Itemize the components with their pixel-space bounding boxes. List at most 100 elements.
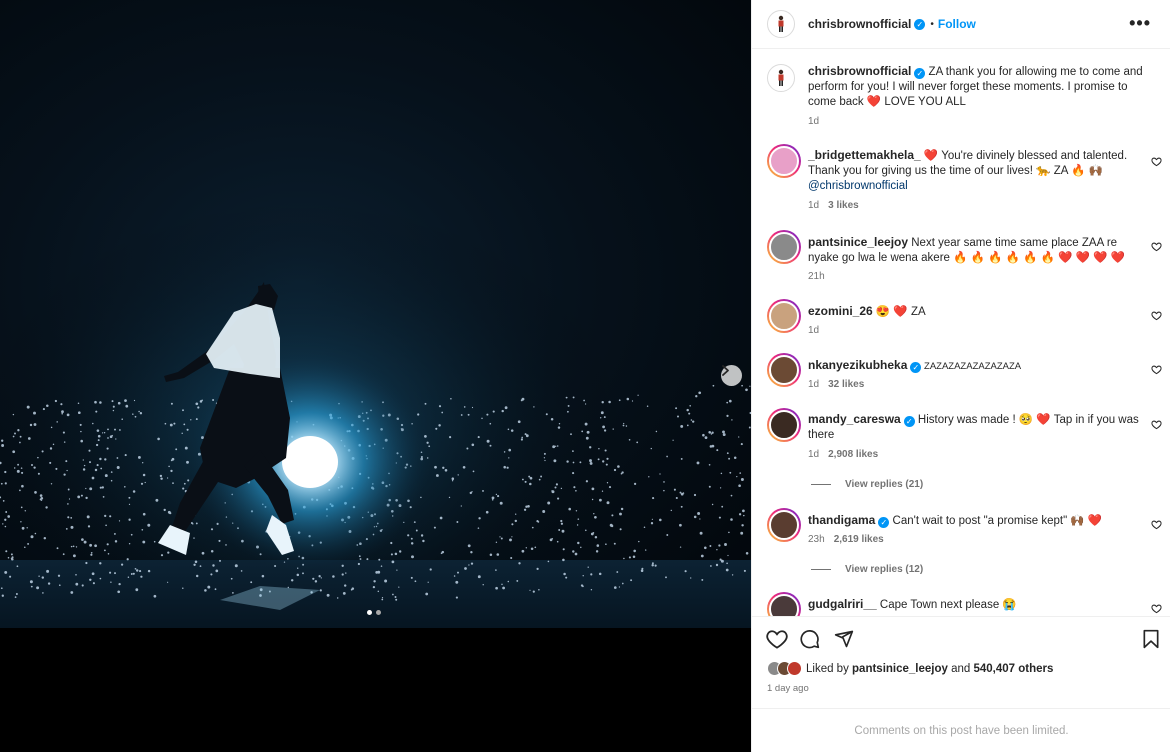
commenter-username[interactable]: thandigama bbox=[808, 513, 875, 527]
crowd-light bbox=[114, 540, 118, 543]
commenter-username[interactable]: pantsinice_leejoy bbox=[808, 235, 908, 249]
commenter-avatar[interactable] bbox=[767, 230, 801, 264]
crowd-light bbox=[620, 472, 623, 475]
commenter-avatar[interactable] bbox=[767, 144, 801, 178]
avatar-image bbox=[769, 146, 799, 176]
crowd-light bbox=[702, 433, 705, 437]
author-avatar[interactable] bbox=[767, 10, 795, 38]
crowd-light bbox=[414, 580, 417, 583]
liker-username[interactable]: pantsinice_leejoy bbox=[852, 663, 948, 675]
commenter-avatar[interactable] bbox=[767, 592, 801, 616]
commenter-avatar[interactable] bbox=[767, 299, 801, 333]
comment-likes[interactable]: 3 likes bbox=[828, 200, 859, 211]
commenter-username[interactable]: _bridgettemakhela_ bbox=[808, 148, 921, 162]
heart-icon[interactable] bbox=[1151, 241, 1162, 252]
crowd-light bbox=[503, 451, 506, 453]
commenter-username[interactable]: gudgalriri__ bbox=[808, 597, 877, 611]
commenter-avatar[interactable] bbox=[767, 508, 801, 542]
heart-icon[interactable] bbox=[766, 629, 788, 649]
comment-likes[interactable]: 2,619 likes bbox=[834, 534, 884, 545]
heart-icon[interactable] bbox=[1151, 156, 1162, 167]
view-replies-label: View replies (12) bbox=[845, 564, 924, 575]
crowd-light bbox=[663, 489, 665, 492]
crowd-light bbox=[134, 567, 137, 570]
crowd-light bbox=[698, 391, 702, 395]
crowd-light bbox=[61, 412, 63, 415]
crowd-light bbox=[503, 465, 506, 469]
crowd-light bbox=[741, 524, 744, 527]
crowd-light bbox=[187, 479, 190, 482]
crowd-light bbox=[344, 584, 347, 587]
bookmark-icon[interactable] bbox=[1142, 629, 1160, 649]
crowd-light bbox=[585, 480, 589, 483]
more-icon[interactable]: ••• bbox=[1129, 14, 1151, 32]
crowd-light bbox=[650, 522, 654, 525]
crowd-light bbox=[467, 544, 471, 548]
author-username[interactable]: chrisbrownofficial bbox=[808, 17, 911, 31]
crowd-light bbox=[665, 576, 667, 579]
heart-icon[interactable] bbox=[1151, 519, 1162, 530]
comment-likes[interactable]: 2,908 likes bbox=[828, 449, 878, 460]
crowd-light bbox=[680, 492, 684, 496]
commenter-avatar[interactable] bbox=[767, 408, 801, 442]
post-actions: Liked by pantsinice_leejoy and 540,407 o… bbox=[752, 616, 1170, 708]
crowd-light bbox=[573, 486, 576, 489]
heart-icon[interactable] bbox=[1151, 364, 1162, 375]
crowd-light bbox=[20, 467, 23, 469]
share-icon[interactable] bbox=[834, 629, 854, 649]
crowd-light bbox=[598, 447, 600, 450]
crowd-light bbox=[551, 490, 553, 492]
commenter-username[interactable]: ezomini_26 bbox=[808, 304, 873, 318]
likes-prefix: Liked by bbox=[806, 662, 853, 675]
post-photo[interactable] bbox=[0, 0, 751, 628]
crowd-light bbox=[567, 410, 569, 413]
crowd-light bbox=[666, 455, 668, 458]
commenter-avatar[interactable] bbox=[767, 353, 801, 387]
crowd-light bbox=[218, 539, 221, 542]
comment-meta: 1d 32 likes bbox=[808, 379, 864, 390]
crowd-light bbox=[37, 456, 39, 459]
heart-icon[interactable] bbox=[1151, 603, 1162, 614]
author-avatar[interactable] bbox=[767, 64, 795, 92]
commenter-username[interactable]: nkanyezikubheka bbox=[808, 358, 907, 372]
crowd-light bbox=[2, 500, 5, 502]
heart-icon[interactable] bbox=[1151, 310, 1162, 321]
crowd-light bbox=[99, 577, 102, 580]
crowd-light bbox=[195, 522, 198, 525]
heart-icon[interactable] bbox=[1151, 419, 1162, 430]
follow-button[interactable]: Follow bbox=[938, 17, 976, 31]
crowd-light bbox=[77, 411, 81, 415]
commenter-username[interactable]: mandy_careswa bbox=[808, 412, 901, 426]
crowd-light bbox=[440, 552, 443, 555]
crowd-light bbox=[482, 584, 484, 586]
next-photo-button[interactable] bbox=[721, 365, 742, 386]
crowd-light bbox=[27, 437, 31, 440]
crowd-light bbox=[107, 553, 110, 555]
comment-icon[interactable] bbox=[800, 629, 820, 649]
crowd-light bbox=[381, 598, 384, 601]
crowd-light bbox=[170, 469, 173, 473]
crowd-light bbox=[605, 543, 607, 546]
crowd-light bbox=[63, 441, 66, 443]
comment-mention[interactable]: @chrisbrownofficial bbox=[808, 180, 908, 192]
comment-likes[interactable]: 32 likes bbox=[828, 379, 864, 390]
crowd-light bbox=[517, 420, 521, 424]
crowd-light bbox=[167, 581, 169, 583]
caption-username[interactable]: chrisbrownofficial bbox=[808, 64, 911, 78]
crowd-light bbox=[518, 562, 521, 565]
comment-text-a: 😍 bbox=[872, 306, 894, 318]
crowd-light bbox=[1, 439, 4, 442]
concert-photo-illustration bbox=[0, 200, 751, 628]
crowd-light bbox=[30, 585, 33, 588]
view-replies-button[interactable]: View replies (21) bbox=[811, 479, 923, 490]
comment-hearts: ❤️ ❤️ ❤️ ❤️ bbox=[1058, 252, 1126, 264]
view-replies-button[interactable]: View replies (12) bbox=[811, 564, 923, 575]
crowd-light bbox=[40, 499, 43, 501]
crowd-light bbox=[555, 483, 559, 486]
crowd-light bbox=[720, 559, 724, 563]
likes-count[interactable]: 540,407 others bbox=[973, 663, 1053, 675]
crowd-light bbox=[560, 519, 563, 523]
crowd-light bbox=[606, 457, 609, 460]
crowd-light bbox=[731, 419, 733, 421]
comments-list[interactable]: chrisbrownofficial ✓ ZA thank you for all… bbox=[752, 50, 1170, 616]
